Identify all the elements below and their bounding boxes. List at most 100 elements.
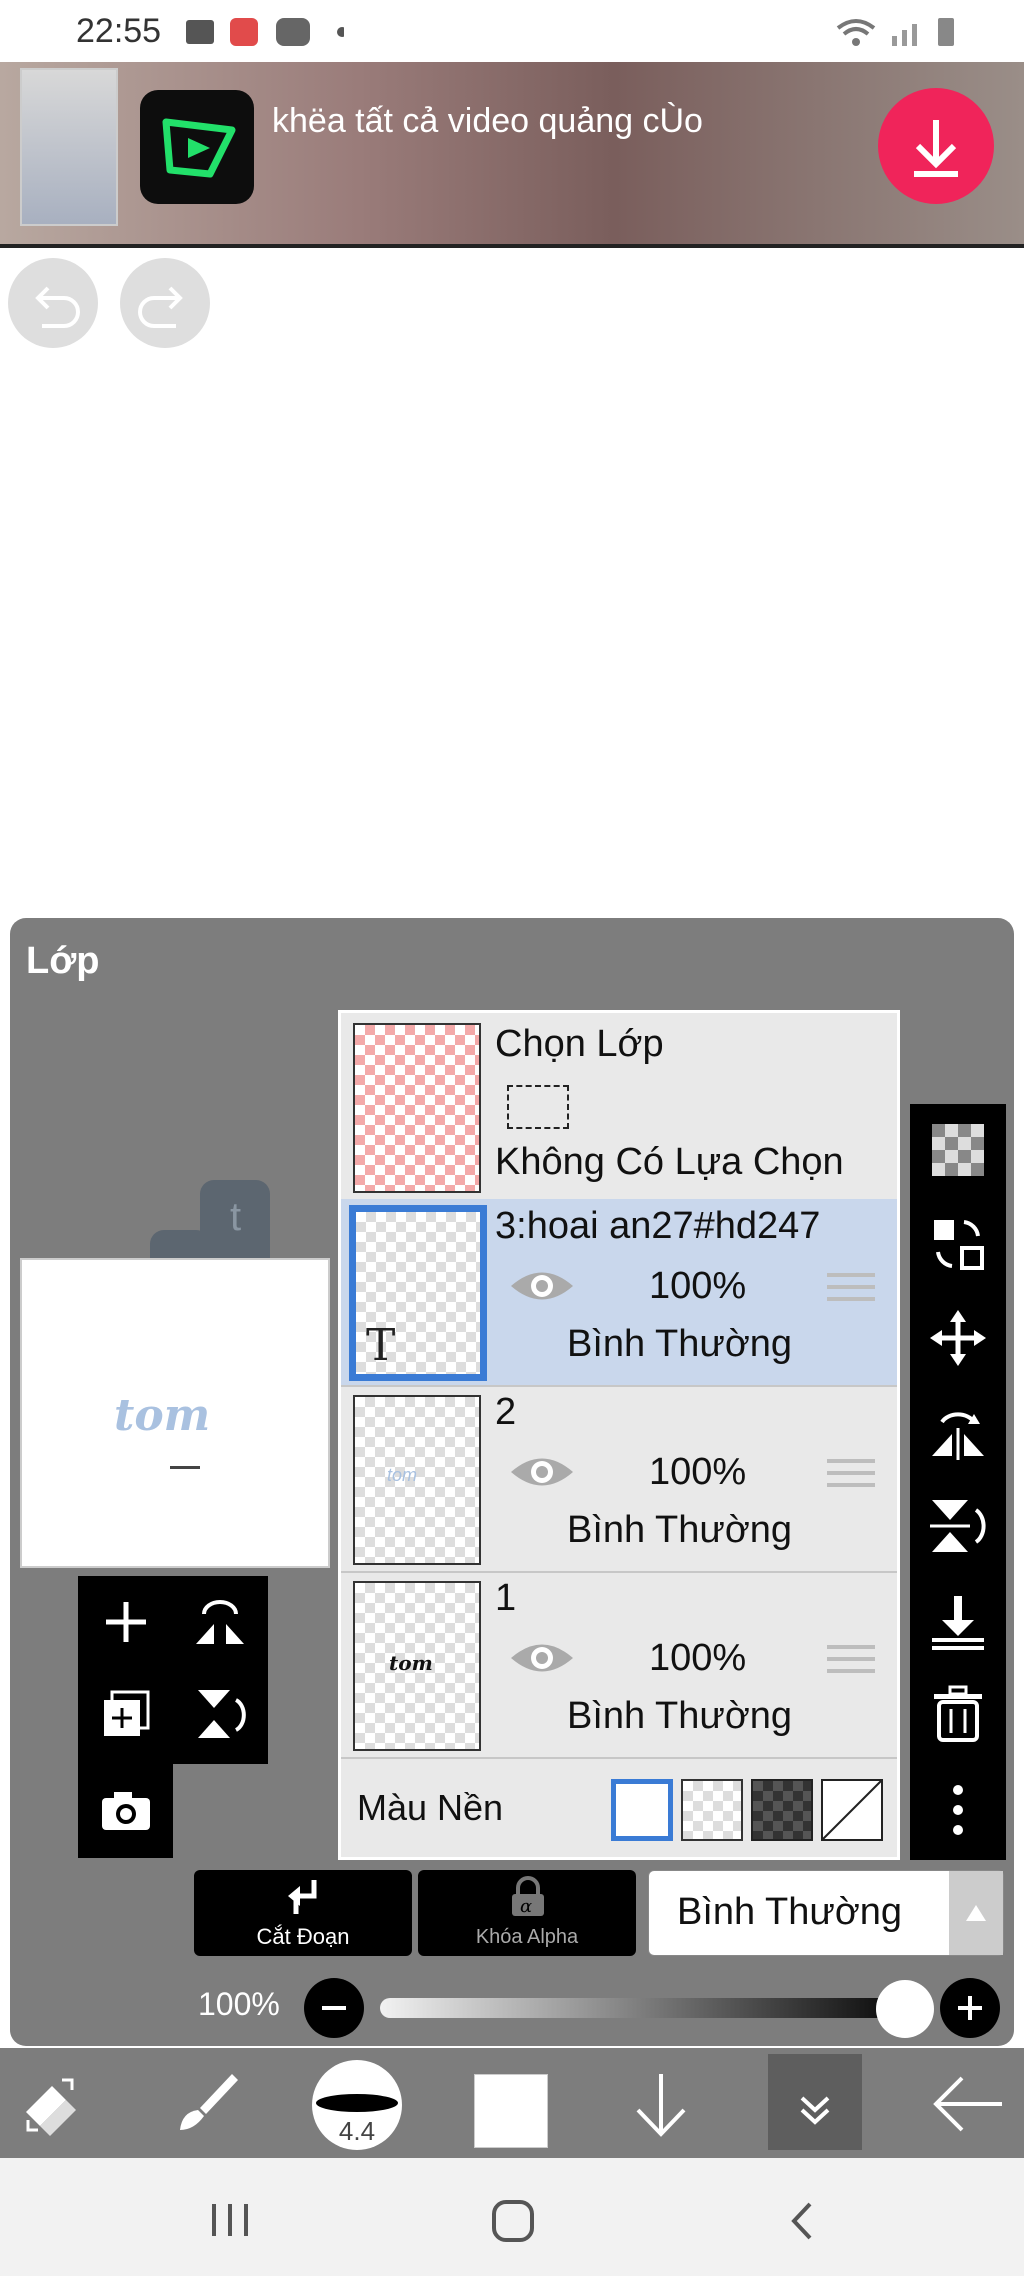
layer-thumbnail-3: T bbox=[349, 1205, 487, 1381]
background-color-label: Màu Nền bbox=[357, 1787, 504, 1828]
bg-none-swatch[interactable] bbox=[821, 1779, 883, 1841]
blend-mode-value: Bình Thường bbox=[677, 1891, 903, 1933]
flip-layer-horizontal-icon[interactable] bbox=[192, 1594, 248, 1650]
back-nav-icon[interactable] bbox=[784, 2200, 820, 2242]
layer-thumbnail-text-2: tom bbox=[387, 1465, 418, 1485]
brush-size-button[interactable]: 4.4 bbox=[312, 2060, 402, 2150]
brush-size-value: 4.4 bbox=[338, 2116, 376, 2146]
lock-alpha-icon: α bbox=[512, 1876, 544, 1917]
transfer-layer-icon[interactable] bbox=[928, 1214, 988, 1274]
canvas-preview-small-text bbox=[170, 1466, 200, 1469]
redo-icon bbox=[138, 286, 183, 328]
layer-thumbnail-2: tom bbox=[353, 1395, 481, 1565]
transform-tool-icon[interactable] bbox=[18, 2072, 88, 2138]
ad-download-button[interactable] bbox=[878, 88, 994, 204]
drag-handle-icon[interactable] bbox=[827, 1645, 875, 1681]
opacity-increase-button[interactable] bbox=[940, 1978, 1000, 2038]
bg-dark-checker-swatch[interactable] bbox=[751, 1779, 813, 1841]
move-icon[interactable] bbox=[928, 1308, 988, 1368]
visibility-eye-icon[interactable] bbox=[507, 1261, 577, 1311]
opacity-slider-thumb[interactable] bbox=[876, 1980, 934, 2038]
bg-white-swatch[interactable] bbox=[611, 1779, 673, 1841]
layer-row-1[interactable]: tom 1 100% Bình Thường bbox=[341, 1571, 897, 1759]
brush-tool-icon[interactable] bbox=[172, 2068, 242, 2138]
play-icon bbox=[162, 118, 236, 178]
panel-title: Lớp bbox=[26, 940, 100, 982]
ad-thumbnail bbox=[20, 68, 118, 226]
selection-layer-status: Không Có Lựa Chọn bbox=[495, 1141, 844, 1183]
clip-label: Cắt Đoạn bbox=[256, 1924, 350, 1949]
status-time: 22:55 bbox=[76, 12, 162, 50]
duplicate-layer-icon[interactable] bbox=[98, 1686, 154, 1742]
svg-text:α: α bbox=[520, 1896, 532, 1917]
checkerboard-icon[interactable] bbox=[928, 1120, 988, 1180]
recent-apps-icon[interactable] bbox=[206, 2200, 254, 2240]
drag-handle-icon[interactable] bbox=[827, 1273, 875, 1309]
layer-name-2: 2 bbox=[495, 1391, 517, 1433]
layer-blend-3: Bình Thường bbox=[567, 1323, 793, 1365]
trash-icon[interactable] bbox=[928, 1684, 988, 1744]
home-icon[interactable] bbox=[490, 2198, 536, 2244]
canvas-preview[interactable]: tom bbox=[20, 1258, 330, 1568]
flip-horizontal-icon[interactable] bbox=[928, 1402, 988, 1462]
minus-icon bbox=[322, 2006, 346, 2010]
canvas-preview-text: tom bbox=[114, 1390, 211, 1441]
add-layer-icon[interactable] bbox=[98, 1594, 154, 1650]
plus-icon bbox=[958, 1996, 982, 2020]
layer-blend-2: Bình Thường bbox=[567, 1509, 793, 1551]
arrow-down-icon[interactable] bbox=[626, 2070, 696, 2142]
more-options-icon[interactable] bbox=[928, 1780, 988, 1840]
blend-mode-dropdown[interactable] bbox=[949, 1871, 1003, 1955]
brush-size-preview bbox=[316, 2094, 398, 2112]
background-color-row: Màu Nền bbox=[341, 1757, 897, 1857]
alpha-lock-button[interactable]: α Khóa Alpha bbox=[418, 1870, 636, 1956]
camera-icon[interactable] bbox=[98, 1782, 154, 1838]
ad-divider bbox=[0, 244, 1024, 248]
visibility-eye-icon[interactable] bbox=[507, 1447, 577, 1497]
status-bar: 22:55 bbox=[0, 0, 1024, 62]
undo-icon bbox=[35, 286, 80, 328]
layer-opacity-1: 100% bbox=[649, 1637, 747, 1679]
text-layer-icon: T bbox=[366, 1320, 396, 1371]
layer-tools-bar bbox=[910, 1104, 1006, 1860]
redo-button[interactable] bbox=[120, 258, 210, 348]
double-chevron-down-icon bbox=[800, 2096, 830, 2125]
svg-text:t: t bbox=[230, 1195, 241, 1239]
layer-name-1: 1 bbox=[495, 1577, 517, 1619]
layer-row-2[interactable]: tom 2 100% Bình Thường bbox=[341, 1385, 897, 1573]
layer-row-3[interactable]: T 3:hoai an27#hd247 100% Bình Thường bbox=[341, 1199, 897, 1387]
layer-thumbnail-text-1: tom bbox=[389, 1651, 433, 1675]
download-icon bbox=[914, 120, 958, 177]
signal-battery-icons bbox=[836, 18, 954, 46]
layer-name-3: 3:hoai an27#hd247 bbox=[495, 1205, 821, 1247]
selection-layer-row[interactable]: Chọn Lớp Không Có Lựa Chọn bbox=[341, 1013, 897, 1201]
chevron-up-icon bbox=[966, 1905, 986, 1921]
layer-blend-1: Bình Thường bbox=[567, 1695, 793, 1737]
alpha-lock-label: Khóa Alpha bbox=[475, 1926, 579, 1948]
layers-button[interactable] bbox=[768, 2054, 862, 2150]
back-arrow-icon[interactable] bbox=[930, 2072, 1006, 2136]
blend-mode-select[interactable]: Bình Thường bbox=[648, 1870, 1004, 1956]
layer-quick-tools-2 bbox=[78, 1764, 173, 1858]
clip-arrow-icon bbox=[288, 1880, 317, 1914]
layer-opacity-2: 100% bbox=[649, 1451, 747, 1493]
system-nav-bar bbox=[0, 2158, 1024, 2276]
flip-vertical-icon[interactable] bbox=[928, 1496, 988, 1556]
bg-transparent-swatch[interactable] bbox=[681, 1779, 743, 1841]
drag-handle-icon[interactable] bbox=[827, 1459, 875, 1495]
clip-button[interactable]: Cắt Đoạn bbox=[194, 1870, 412, 1956]
opacity-slider[interactable] bbox=[380, 1998, 920, 2018]
ad-banner[interactable]: khëa tất cả video quảng cÙo bbox=[0, 62, 1024, 248]
visibility-eye-icon[interactable] bbox=[507, 1633, 577, 1683]
layer-thumbnail-1: tom bbox=[353, 1581, 481, 1751]
flip-layer-vertical-icon[interactable] bbox=[192, 1686, 248, 1742]
opacity-decrease-button[interactable] bbox=[304, 1978, 364, 2038]
color-swatch-button[interactable] bbox=[474, 2074, 548, 2148]
bottom-toolbar: 4.4 bbox=[0, 2048, 1024, 2158]
ad-text: khëa tất cả video quảng cÙo bbox=[272, 102, 703, 140]
merge-down-icon[interactable] bbox=[928, 1592, 988, 1652]
notification-icons bbox=[186, 18, 344, 46]
selection-layer-thumbnail bbox=[353, 1023, 481, 1193]
undo-button[interactable] bbox=[8, 258, 98, 348]
ad-app-logo bbox=[140, 90, 254, 204]
